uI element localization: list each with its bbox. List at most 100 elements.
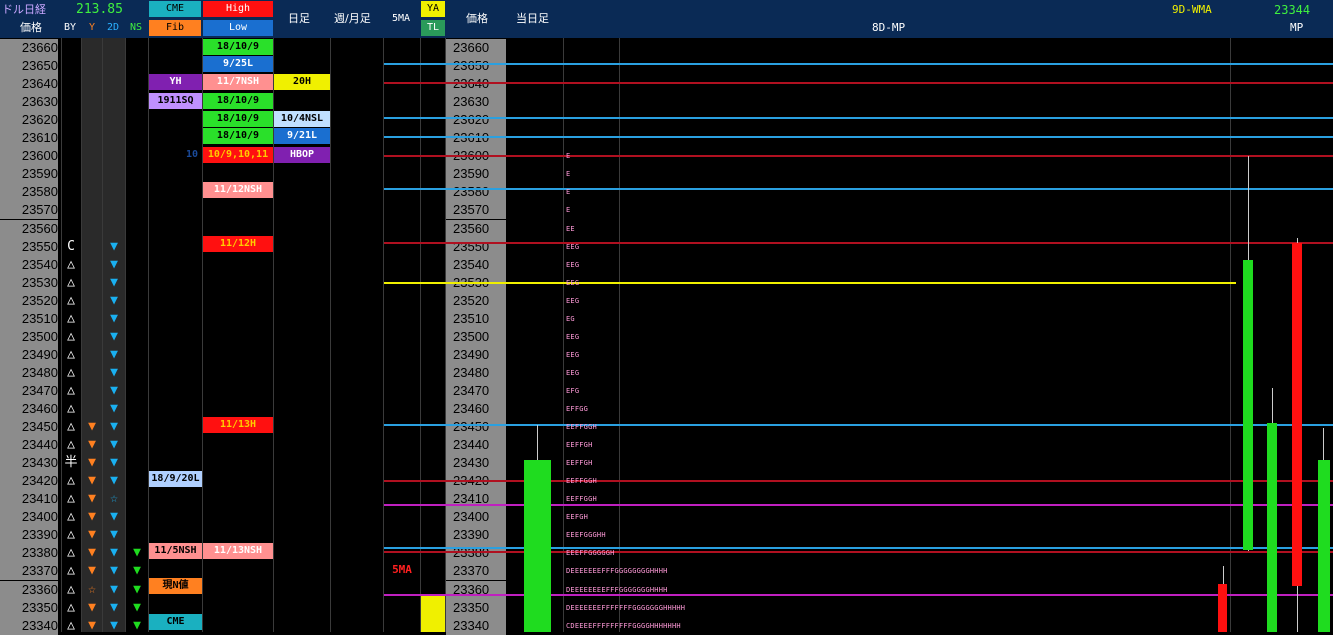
2d-triangle-icon: ▼: [110, 239, 118, 254]
2d-triangle-icon: ▼: [110, 401, 118, 416]
price-cell-right: 23340: [446, 617, 506, 635]
2d-triangle-icon: ▼: [110, 527, 118, 542]
today-wick: [537, 425, 538, 465]
by-mark: △: [67, 347, 75, 362]
daily-cell-2: 10/4NSL: [274, 111, 330, 127]
cme-header: CME: [149, 1, 201, 17]
ns-triangle-icon: ▼: [133, 545, 141, 560]
tpo-row: EEFGH: [566, 513, 589, 521]
col-ns: NS: [130, 22, 143, 33]
tpo-row: CDEEEEFFFFFFFFFGGGGHHHHHHH: [566, 622, 681, 630]
price-cell-right: 23400: [446, 508, 506, 526]
daily-cell-3: 9/21L: [274, 128, 330, 144]
hl-cell-4: 18/10/9: [203, 93, 273, 109]
2d-triangle-icon: ▼: [110, 383, 118, 398]
price-cell: 23420: [0, 472, 58, 490]
level-line: [384, 136, 1333, 138]
by-mark: △: [67, 293, 75, 308]
price-cell-right: 23460: [446, 400, 506, 418]
price-cell-right: 23450: [446, 418, 506, 436]
price-cell: 23630: [0, 93, 58, 111]
grid-col: [384, 38, 421, 632]
price-cell-right: 23610: [446, 129, 506, 147]
level-line: [384, 188, 1333, 190]
wma-candle: [1218, 584, 1227, 632]
tpo-row: EFFGG: [566, 405, 589, 413]
price-cell-right: 23350: [446, 599, 506, 617]
price-cell: 23500: [0, 328, 58, 346]
price-cell: 23430: [0, 454, 58, 472]
price-cell-right: 23590: [446, 165, 506, 183]
price-cell-right: 23660: [446, 39, 506, 57]
hl-cell-9: 11/12H: [203, 236, 273, 252]
grid-col: [126, 38, 149, 632]
daily-header: 日足: [288, 12, 310, 25]
tpo-row: E: [566, 152, 571, 160]
level-line: [384, 242, 1333, 244]
level-line: [384, 63, 1333, 65]
high-header: High: [203, 1, 273, 17]
2d-triangle-icon: ▼: [110, 419, 118, 434]
ya-header: YA: [421, 1, 445, 17]
price-cell: 23590: [0, 165, 58, 183]
price-cell: 23410: [0, 490, 58, 508]
tpo-row: EEEFFGGGGGH: [566, 549, 615, 557]
2d-triangle-icon: ▼: [110, 437, 118, 452]
price-cell-right: 23470: [446, 382, 506, 400]
hl-cell-1: 18/10/9: [203, 39, 273, 55]
hl-cell-11: 11/13NSH: [203, 543, 273, 559]
level-line: [384, 117, 1333, 119]
tpo-row: EG: [566, 315, 575, 323]
price-cell-right: 23430: [446, 454, 506, 472]
by-mark: C: [67, 239, 75, 254]
tpo-row: EEFFGGH: [566, 477, 597, 485]
price-cell: 23390: [0, 526, 58, 544]
ma5-label: 5MA: [392, 563, 412, 576]
by-mark: △: [67, 473, 75, 488]
hl-cell-2: 9/25L: [203, 56, 273, 72]
tpo-row: EEG: [566, 297, 580, 305]
level-line: [384, 155, 1333, 157]
2d-triangle-icon: ▼: [110, 473, 118, 488]
hl-cell-7: 10/9,10,11: [203, 147, 273, 163]
yh-label: YH: [149, 74, 202, 90]
hl-cell-5: 18/10/9: [203, 111, 273, 127]
y-triangle-icon: ▼: [88, 545, 96, 560]
tpo-row: EEG: [566, 351, 580, 359]
level-line: [384, 82, 1333, 84]
tpo-row: EEG: [566, 279, 580, 287]
price-cell: 23450: [0, 418, 58, 436]
hl-cell-3: 11/7NSH: [203, 74, 273, 90]
title: ドル日経: [2, 3, 46, 16]
low-header: Low: [203, 20, 273, 36]
y-triangle-icon: ▼: [88, 563, 96, 578]
by-mark: △: [67, 365, 75, 380]
by-mark: △: [67, 600, 75, 615]
price-cell-right: 23360: [446, 581, 506, 599]
price-cell: 23530: [0, 274, 58, 292]
header-bar: ドル日経 213.85 価格 BY Y 2D NS CME Fib High L…: [0, 0, 1333, 38]
by-mark: △: [67, 527, 75, 542]
price-cell: 23380: [0, 544, 58, 562]
col-by: BY: [64, 22, 77, 33]
2d-triangle-icon: ▼: [110, 455, 118, 470]
col-2d: 2D: [107, 22, 120, 33]
level-line: [384, 282, 1236, 284]
by-mark: △: [67, 257, 75, 272]
price-cell-right: 23480: [446, 364, 506, 382]
price-cell-right: 23570: [446, 201, 506, 219]
tpo-row: DEEEEEEEFFFFFFFGGGGGGGHHHHH: [566, 604, 686, 612]
tpo-row: EE: [566, 225, 575, 233]
2d-triangle-icon: ▼: [110, 275, 118, 290]
price-cell: 23610: [0, 129, 58, 147]
2d-triangle-icon: ▼: [110, 600, 118, 615]
by-mark: △: [67, 582, 75, 597]
price-cell: 23360: [0, 581, 58, 599]
by-mark: △: [67, 563, 75, 578]
price-cell-right: 23500: [446, 328, 506, 346]
price-cell: 23350: [0, 599, 58, 617]
mp-header: MP: [1290, 21, 1304, 34]
by-mark: △: [67, 329, 75, 344]
y-triangle-icon: ▼: [88, 455, 96, 470]
wma-candle: [1243, 260, 1253, 550]
